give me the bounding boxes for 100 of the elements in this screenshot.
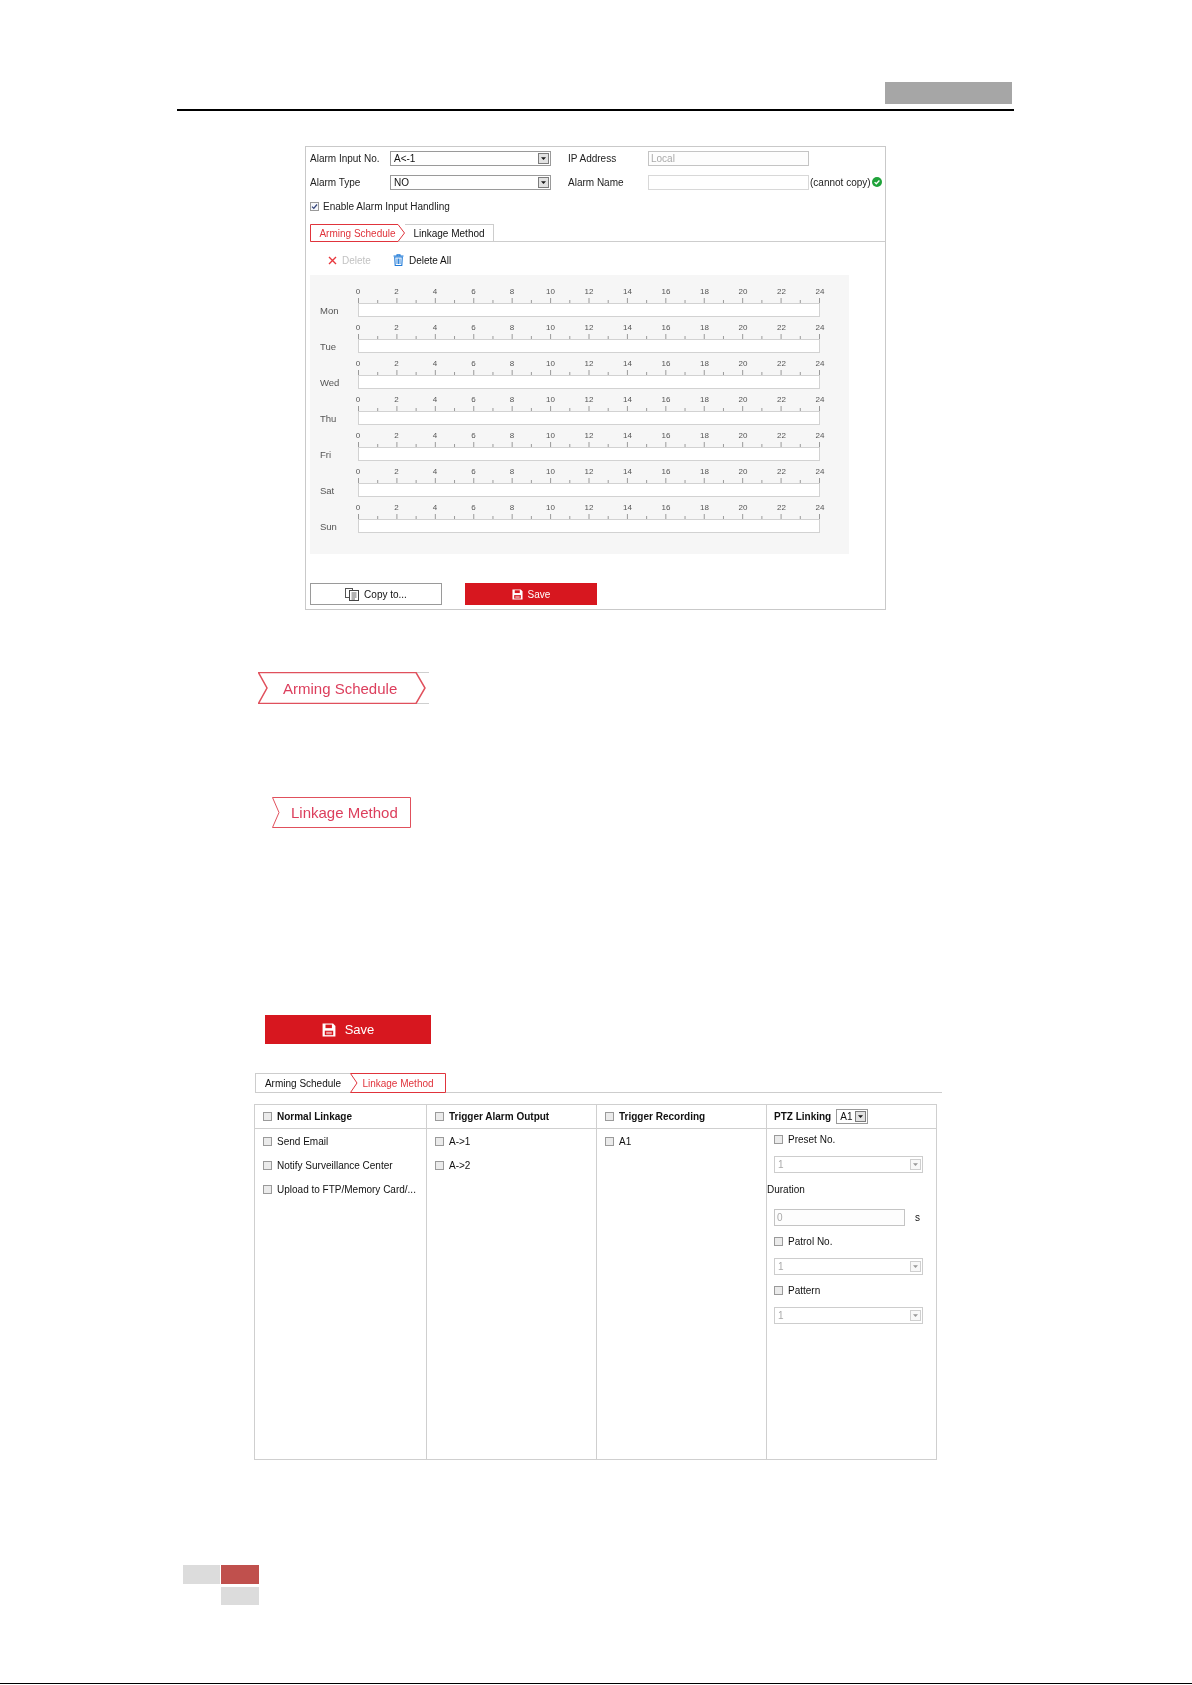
option-label: A->1 [449, 1135, 471, 1147]
day-label: Tue [320, 340, 338, 352]
hour-label: 24 [815, 503, 825, 512]
checkbox[interactable] [263, 1184, 272, 1194]
hour-label: 8 [509, 503, 515, 512]
checkbox[interactable] [774, 1134, 783, 1144]
caret-icon [538, 176, 549, 188]
hour-label: 16 [661, 503, 671, 512]
hour-label: 12 [584, 503, 594, 512]
schedule-timeline-bar[interactable] [358, 375, 820, 389]
hour-label: 4 [432, 467, 438, 476]
hour-label: 10 [546, 431, 555, 440]
schedule-timeline-bar[interactable] [358, 447, 820, 461]
checkbox[interactable] [435, 1160, 444, 1170]
hour-label: 24 [815, 287, 825, 296]
checkbox[interactable] [310, 201, 319, 211]
save-button[interactable]: Save [465, 583, 597, 605]
hour-label: 2 [394, 431, 399, 440]
hour-label: 20 [738, 287, 748, 296]
hour-label: 10 [546, 359, 555, 368]
hour-label: 24 [815, 323, 825, 332]
copy-icon [345, 587, 360, 601]
hour-label: 10 [546, 503, 555, 512]
hour-label: 22 [777, 323, 786, 332]
hour-label: 10 [546, 287, 555, 296]
option-label: Patrol No. [788, 1235, 833, 1247]
hour-label: 6 [471, 431, 476, 440]
tab[interactable]: Arming Schedule [258, 672, 429, 704]
hour-label: 10 [546, 395, 555, 404]
hour-label: 2 [394, 395, 399, 404]
hour-label: 16 [661, 395, 671, 404]
schedule-timeline-bar[interactable] [358, 483, 820, 497]
hour-label: 2 [394, 323, 399, 332]
day-label: Fri [320, 448, 333, 460]
footer-block [183, 1565, 220, 1584]
select-field[interactable]: NO [390, 174, 551, 190]
hour-label: 12 [584, 323, 594, 332]
hour-label: 2 [394, 359, 399, 368]
copy-button[interactable]: Copy to... [310, 583, 442, 605]
caret-icon [910, 1261, 921, 1272]
checkbox[interactable] [435, 1112, 444, 1121]
hour-label: 0 [355, 431, 361, 440]
hour-label: 6 [471, 503, 476, 512]
hour-label: 22 [777, 503, 786, 512]
hour-label: 18 [700, 467, 709, 476]
checkbox[interactable] [263, 1136, 272, 1146]
option-label: Preset No. [788, 1133, 836, 1145]
schedule-timeline-bar[interactable] [358, 519, 820, 533]
checkbox[interactable] [263, 1112, 272, 1121]
hour-label: 12 [584, 395, 594, 404]
select-field[interactable]: A<-1 [390, 150, 551, 166]
hour-label: 20 [738, 467, 748, 476]
tab[interactable]: Linkage Method [350, 1073, 446, 1093]
hour-label: 12 [584, 287, 594, 296]
day-label: Thu [320, 412, 338, 424]
caret-icon [910, 1310, 921, 1321]
hour-label: 16 [661, 431, 671, 440]
hour-label: 6 [471, 287, 476, 296]
schedule-timeline-bar[interactable] [358, 303, 820, 317]
option-label: A1 [619, 1135, 632, 1147]
checkbox[interactable] [263, 1160, 272, 1170]
select-field[interactable]: A1 [836, 1109, 869, 1124]
option-label: Send Email [277, 1135, 329, 1147]
hour-label: 22 [777, 359, 786, 368]
delete-all-button[interactable]: Delete All [392, 254, 452, 266]
hour-label: 8 [509, 287, 515, 296]
hour-label: 4 [432, 287, 438, 296]
hour-label: 14 [623, 503, 632, 512]
hour-label: 14 [623, 467, 632, 476]
hour-label: 4 [432, 395, 438, 404]
hour-label: 6 [471, 395, 476, 404]
hour-label: 4 [432, 503, 438, 512]
checkbox[interactable] [774, 1236, 783, 1246]
hour-label: 14 [623, 323, 632, 332]
hour-label: 2 [394, 467, 399, 476]
option-label: Upload to FTP/Memory Card/... [277, 1183, 416, 1195]
checkbox[interactable] [435, 1136, 444, 1146]
hour-label: 20 [738, 359, 748, 368]
checkbox[interactable] [605, 1112, 614, 1121]
hour-label: 14 [623, 359, 632, 368]
hour-label: 6 [471, 323, 476, 332]
hour-label: 0 [355, 395, 361, 404]
tab[interactable]: Arming Schedule [310, 224, 405, 242]
hour-label: 20 [738, 395, 748, 404]
save-button[interactable]: Save [265, 1015, 431, 1044]
tab[interactable]: Arming Schedule [255, 1073, 350, 1093]
hour-label: 14 [623, 395, 632, 404]
text-field[interactable] [648, 174, 809, 190]
hour-label: 24 [815, 467, 825, 476]
tab[interactable]: Linkage Method [272, 797, 411, 828]
schedule-timeline-bar[interactable] [358, 339, 820, 353]
checkbox[interactable] [774, 1285, 783, 1295]
hour-label: 18 [700, 287, 709, 296]
hour-label: 18 [700, 323, 709, 332]
checkbox[interactable] [605, 1136, 614, 1146]
tab[interactable]: Linkage Method [405, 224, 494, 242]
hour-label: 18 [700, 431, 709, 440]
schedule-timeline-bar[interactable] [358, 411, 820, 425]
hour-label: 4 [432, 323, 438, 332]
hour-label: 24 [815, 431, 825, 440]
